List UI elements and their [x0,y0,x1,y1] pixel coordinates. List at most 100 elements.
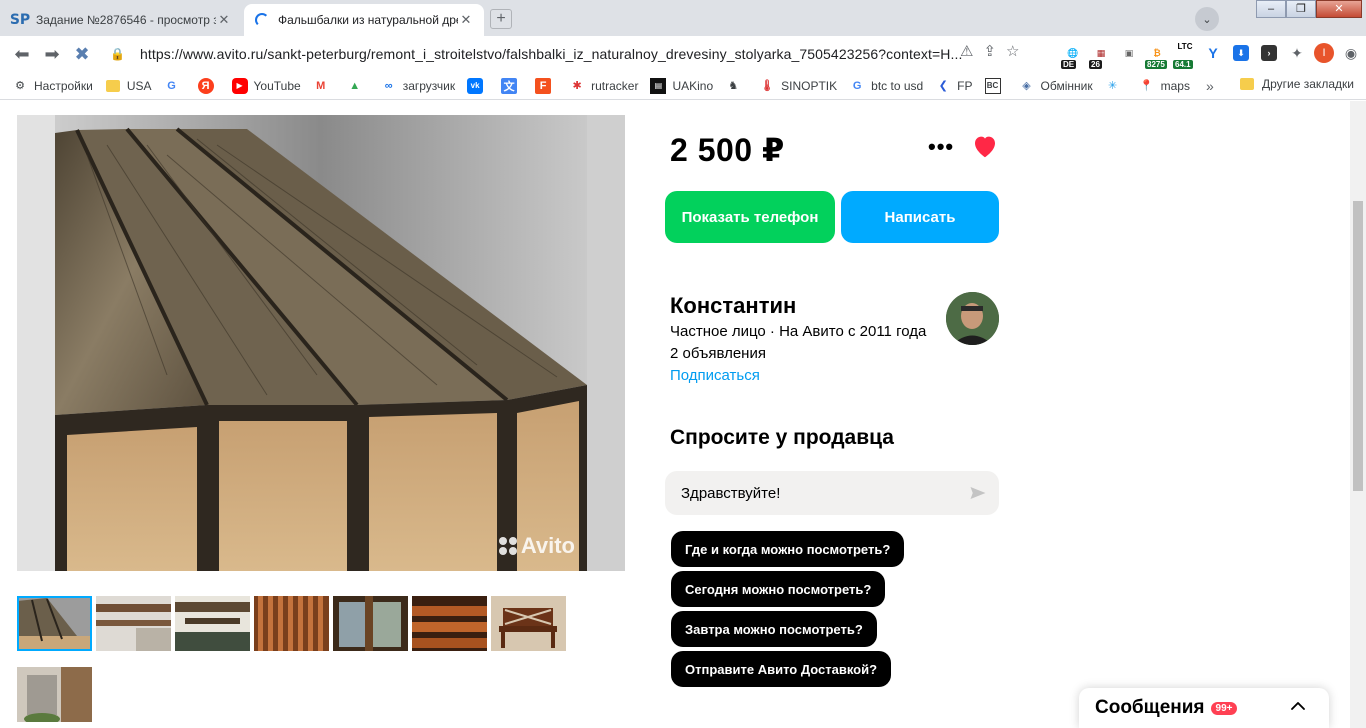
lock-icon[interactable]: 🔒 [110,47,126,61]
window-controls: – ❐ ✕ [1256,0,1362,18]
messages-title: Сообщения [1095,697,1205,718]
bookmark-chess[interactable]: ♞ [725,78,747,94]
share-icon[interactable]: ⇪ [983,42,996,60]
seller-name[interactable]: Константин [670,293,796,319]
bookmark-label: UAKino [672,78,714,93]
more-bookmarks-chevron-icon[interactable]: » [1206,78,1214,94]
bookmark-usa[interactable]: USA [105,78,152,94]
blocked-popup-icon[interactable]: ⚠ [960,42,973,60]
thumbnail-beams-stack[interactable] [17,596,92,651]
bitcoin-price-icon[interactable]: ₿ 8275 [1145,42,1168,69]
favorite-heart-icon[interactable] [970,131,1000,161]
tab-search-chevron-icon[interactable]: ⌄ [1195,7,1219,31]
download-extension-icon[interactable]: ⬇ [1233,45,1249,61]
ask-seller-heading: Спросите у продавца [670,426,894,449]
other-bookmarks-label: Другие закладки [1262,77,1354,91]
extension-badge-calendar: 26 [1089,60,1102,69]
bookmark-uakino[interactable]: ▤ UAKino [650,77,714,94]
tab-strip: SP Задание №2876546 - просмотр з ✕ Фальш… [0,0,1366,36]
quick-question-chip[interactable]: Где и когда можно посмотреть? [671,531,905,567]
bookmark-f[interactable]: F [535,77,557,94]
quick-question-chip[interactable]: Сегодня можно посмотреть? [671,571,886,607]
calendar-extension-icon[interactable]: ▦ 26 [1089,42,1112,69]
close-tab-icon[interactable]: ✕ [216,12,232,28]
quick-question-chip[interactable]: Отправите Авито Доставкой? [671,651,892,687]
litecoin-price-icon[interactable]: LTC 64.1 [1173,42,1196,69]
bookmark-drive[interactable]: ▲ [347,78,369,94]
bookmark-loader[interactable]: ∞ загрузчик [381,78,455,94]
extension-badge-de: DE [1061,60,1077,69]
chevron-up-icon[interactable] [1289,697,1307,715]
bookmark-btc-to-usd[interactable]: Gbtc to usd [849,78,923,94]
sp-favicon-icon: SP [9,12,31,28]
forward-arrow-icon[interactable]: ➡ [40,43,64,65]
close-tab-icon[interactable]: ✕ [458,12,474,28]
close-window-button[interactable]: ✕ [1316,0,1362,18]
message-input-value[interactable]: Здравствуйте! [681,485,780,502]
tab-task[interactable]: SP Задание №2876546 - просмотр з ✕ [2,4,242,36]
thumbnail-corridor-plants[interactable] [17,667,92,722]
v-extension-icon[interactable]: Y [1202,42,1224,64]
vpn-globe-icon[interactable]: 🌐 DE [1061,42,1084,69]
bookmark-sinoptik[interactable]: 🌡 SINOPTIK [759,78,837,94]
write-message-button[interactable]: Написать [841,191,999,243]
bc-icon: BC [984,77,1001,94]
url-text[interactable]: https://www.avito.ru/sankt-peterburg/rem… [140,46,962,62]
bookmark-label: загрузчик [402,78,456,93]
new-tab-button[interactable]: + [490,9,512,29]
bookmark-youtube[interactable]: ▶ YouTube [231,77,301,94]
uakino-icon: ▤ [650,77,667,94]
bookmark-gmail[interactable]: M [313,78,335,94]
other-bookmarks-folder[interactable]: Другие закладки [1240,77,1354,91]
bookmark-star-icon[interactable]: ☆ [1006,42,1019,60]
maximize-window-button[interactable]: ❐ [1286,0,1316,18]
seller-avatar[interactable] [946,292,999,345]
profile-avatar[interactable]: I [1314,43,1334,63]
minimize-window-button[interactable]: – [1256,0,1286,18]
bookmark-yandex[interactable]: Я [197,77,220,94]
page-scrollbar[interactable] [1350,101,1366,728]
terminal-extension-icon[interactable]: › [1261,45,1277,61]
thumbnail-kitchen-beams[interactable] [175,596,250,651]
message-input[interactable]: Здравствуйте! [665,471,999,515]
bookmark-exchanger[interactable]: ◈ Обмінник [1019,78,1092,94]
bookmark-bc[interactable]: BC [984,77,1007,94]
address-bar[interactable]: 🔒 https://www.avito.ru/sankt-peterburg/r… [102,40,992,68]
bookmark-fp[interactable]: ❮ FP [935,78,973,94]
show-phone-button[interactable]: Показать телефон [665,191,835,243]
translate-icon: 文 [501,77,518,94]
bookmark-google[interactable]: G [164,78,186,94]
extensions-puzzle-icon[interactable]: ✦ [1286,42,1308,64]
messages-widget[interactable]: Сообщения 99+ [1079,688,1329,728]
thumbnail-window-frame[interactable] [333,596,408,651]
quick-question-chip[interactable]: Завтра можно посмотреть? [671,611,877,647]
bookmark-settings[interactable]: ⚙ Настройки [12,78,93,94]
back-arrow-icon[interactable]: ⬅ [10,43,34,65]
tab-avito-listing[interactable]: Фальшбалки из натуральной дре ✕ [244,4,484,36]
thumbnail-ceiling-interior[interactable] [96,596,171,651]
browser-menu-icon[interactable]: ◉ [1340,42,1362,64]
thumbnail-wooden-stairs[interactable] [412,596,487,651]
subscribe-link[interactable]: Подписаться [670,367,760,384]
bookmark-snowflake[interactable]: ✳ [1105,78,1127,94]
tab-title: Фальшбалки из натуральной дре [278,13,458,27]
watermark-text: Avito [520,533,575,558]
thumbnail-wooden-bench[interactable] [491,596,566,651]
seller-ads-count[interactable]: 2 объявления [670,345,766,362]
thumbnail-slat-wall[interactable] [254,596,329,651]
snowflake-icon: ✳ [1107,80,1118,92]
send-icon[interactable] [969,484,987,502]
bookmark-rutracker[interactable]: ✱ rutracker [569,78,638,94]
f-icon: F [535,77,552,94]
bookmark-vk[interactable]: vk [467,77,489,94]
listing-page: Avito 2 500 ₽ ••• Показать телефон Напис… [0,101,1350,728]
briefcase-extension-icon[interactable]: ▣ [1118,42,1140,64]
main-photo[interactable]: Avito [17,115,625,571]
bookmark-translate[interactable]: 文 [501,77,523,94]
stop-loading-icon[interactable]: ✖ [70,43,94,65]
more-options-icon[interactable]: ••• [928,134,954,160]
bookmark-maps[interactable]: 📍 maps [1139,78,1190,94]
vk-icon: vk [467,77,484,94]
scrollbar-thumb[interactable] [1353,201,1363,491]
listing-price: 2 500 ₽ [670,132,785,168]
